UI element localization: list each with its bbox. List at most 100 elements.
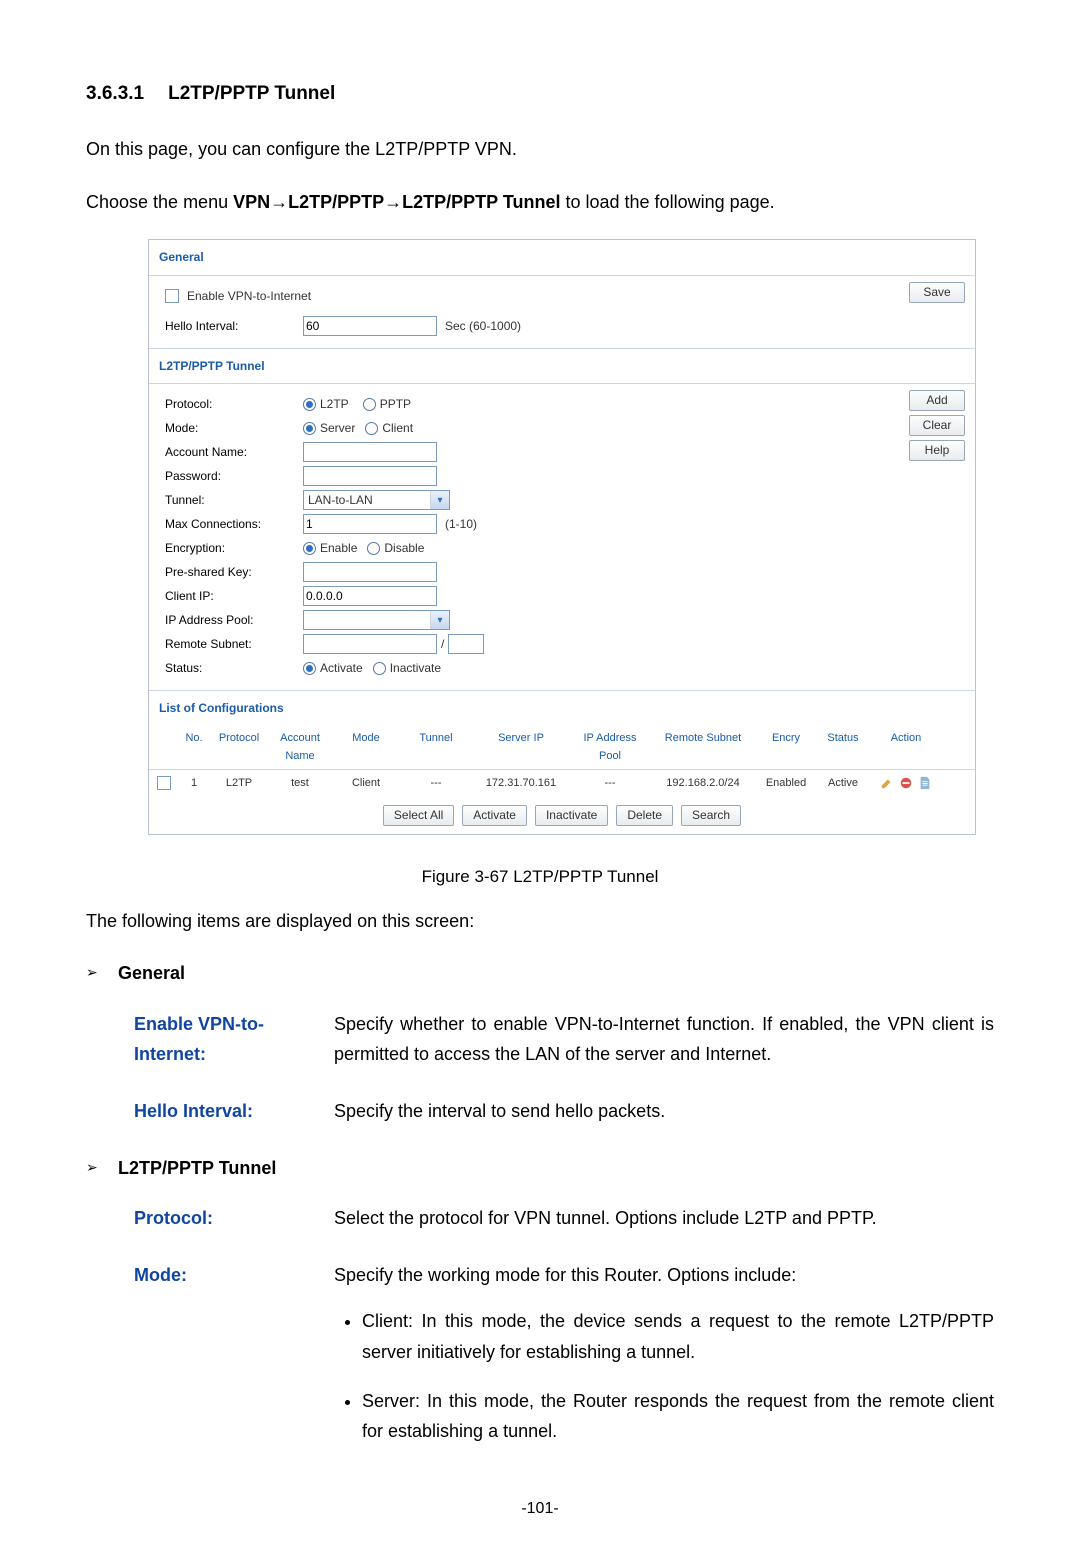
th-no: No.: [179, 729, 209, 766]
following-items-text: The following items are displayed on thi…: [86, 906, 994, 937]
clientip-input[interactable]: [303, 586, 437, 606]
psk-input[interactable]: [303, 562, 437, 582]
radio-server-label: Server: [320, 418, 355, 438]
detail-icon[interactable]: [918, 776, 932, 790]
radio-server[interactable]: [303, 422, 316, 435]
edit-icon[interactable]: [880, 776, 894, 790]
intro2-post: to load the following page.: [560, 192, 774, 212]
search-button[interactable]: Search: [681, 805, 741, 826]
intro-paragraph-2: Choose the menu VPN→L2TP/PPTP→L2TP/PPTP …: [86, 187, 994, 218]
inactivate-button[interactable]: Inactivate: [535, 805, 608, 826]
tunnel-select-value: LAN-to-LAN: [304, 491, 430, 509]
delete-icon[interactable]: [899, 776, 913, 790]
tunnel-field-label: Tunnel:: [165, 490, 303, 510]
maxconn-input[interactable]: [303, 514, 437, 534]
radio-enc-disable[interactable]: [367, 542, 380, 555]
maxconn-range: (1-10): [445, 514, 477, 534]
arrow-icon: ➢: [86, 1153, 118, 1180]
td-encry: Enabled: [757, 774, 815, 793]
hello-interval-label: Hello Interval:: [165, 316, 303, 336]
account-name-input[interactable]: [303, 442, 437, 462]
clear-button[interactable]: Clear: [909, 415, 965, 436]
def-mode-text: Specify the working mode for this Router…: [334, 1260, 994, 1291]
add-button[interactable]: Add: [909, 390, 965, 411]
remote-subnet-label: Remote Subnet:: [165, 634, 303, 654]
td-protocol: L2TP: [209, 774, 269, 793]
help-button[interactable]: Help: [909, 440, 965, 461]
heading-number: 3.6.3.1: [86, 83, 144, 104]
status-field-label: Status:: [165, 658, 303, 678]
section-heading: 3.6.3.1 L2TP/PPTP Tunnel: [86, 78, 994, 110]
td-status: Active: [815, 774, 871, 793]
th-action: Action: [871, 729, 941, 766]
chevron-down-icon: ▾: [430, 611, 449, 629]
psk-label: Pre-shared Key:: [165, 562, 303, 582]
th-encry: Encry: [757, 729, 815, 766]
pool-select[interactable]: ▾: [303, 610, 450, 630]
selectall-button[interactable]: Select All: [383, 805, 454, 826]
enable-vpn-checkbox[interactable]: [165, 289, 179, 303]
intro-paragraph-1: On this page, you can configure the L2TP…: [86, 134, 994, 165]
tunnel-body: Add Clear Help Protocol: L2TP PPTP Mode:…: [149, 384, 975, 691]
save-button[interactable]: Save: [909, 282, 965, 303]
radio-pptp-label: PPTP: [380, 394, 411, 414]
figure-caption: Figure 3-67 L2TP/PPTP Tunnel: [86, 863, 994, 892]
delete-button[interactable]: Delete: [616, 805, 673, 826]
radio-client-label: Client: [382, 418, 413, 438]
td-no: 1: [179, 774, 209, 793]
radio-status-activate[interactable]: [303, 662, 316, 675]
subsection-tunnel: L2TP/PPTP Tunnel: [118, 1153, 276, 1184]
hello-interval-input[interactable]: [303, 316, 437, 336]
radio-status-inactivate-label: Inactivate: [390, 658, 441, 678]
td-tunnel: ---: [401, 774, 471, 793]
cfg-button-bar: Select All Activate Inactivate Delete Se…: [149, 797, 975, 834]
heading-title: L2TP/PPTP Tunnel: [168, 83, 335, 104]
radio-status-inactivate[interactable]: [373, 662, 386, 675]
def-protocol-text: Select the protocol for VPN tunnel. Opti…: [334, 1203, 994, 1234]
def-hello-interval-label: Hello Interval:: [134, 1096, 334, 1127]
remote-subnet-input[interactable]: [303, 634, 437, 654]
protocol-label: Protocol:: [165, 394, 303, 414]
arrow-icon: ➢: [86, 958, 118, 985]
cfg-table-head: No. Protocol Account Name Mode Tunnel Se…: [149, 726, 975, 770]
remote-subnet-mask-input[interactable]: [448, 634, 484, 654]
intro2-pre: Choose the menu: [86, 192, 233, 212]
subsection-general: General: [118, 958, 185, 989]
table-row: 1 L2TP test Client --- 172.31.70.161 ---…: [149, 770, 975, 797]
td-serverip: 172.31.70.161: [471, 774, 571, 793]
activate-button[interactable]: Activate: [462, 805, 527, 826]
radio-status-activate-label: Activate: [320, 658, 363, 678]
radio-l2tp-label: L2TP: [320, 394, 349, 414]
td-rsub: 192.168.2.0/24: [649, 774, 757, 793]
def-enable-vpn-text: Specify whether to enable VPN-to-Interne…: [334, 1009, 994, 1070]
mode-bullet-client: Client: In this mode, the device sends a…: [362, 1306, 994, 1367]
radio-l2tp[interactable]: [303, 398, 316, 411]
section-title-cfglist: List of Configurations: [149, 691, 975, 725]
th-protocol: Protocol: [209, 729, 269, 766]
radio-client[interactable]: [365, 422, 378, 435]
section-title-general: General: [149, 240, 975, 275]
radio-pptp[interactable]: [363, 398, 376, 411]
tunnel-select[interactable]: LAN-to-LAN ▾: [303, 490, 450, 510]
th-mode: Mode: [331, 729, 401, 766]
td-mode: Client: [331, 774, 401, 793]
td-pool: ---: [571, 774, 649, 793]
row-checkbox[interactable]: [157, 776, 171, 790]
mode-bullet-server: Server: In this mode, the Router respond…: [362, 1386, 994, 1447]
def-enable-vpn-label: Enable VPN-to-Internet:: [134, 1009, 334, 1070]
def-hello-interval-text: Specify the interval to send hello packe…: [334, 1096, 994, 1127]
chevron-down-icon: ▾: [430, 491, 449, 509]
pool-select-value: [304, 611, 430, 629]
radio-enc-enable-label: Enable: [320, 538, 357, 558]
th-rsub: Remote Subnet: [649, 729, 757, 766]
password-input[interactable]: [303, 466, 437, 486]
radio-enc-enable[interactable]: [303, 542, 316, 555]
th-serverip: Server IP: [471, 729, 571, 766]
remote-subnet-sep: /: [441, 634, 444, 654]
th-pool: IP Address Pool: [571, 729, 649, 766]
th-tunnel: Tunnel: [401, 729, 471, 766]
general-body: Save Enable VPN-to-Internet Hello Interv…: [149, 276, 975, 349]
screenshot-panel: General Save Enable VPN-to-Internet Hell…: [148, 239, 976, 834]
maxconn-label: Max Connections:: [165, 514, 303, 534]
th-account: Account Name: [269, 729, 331, 766]
